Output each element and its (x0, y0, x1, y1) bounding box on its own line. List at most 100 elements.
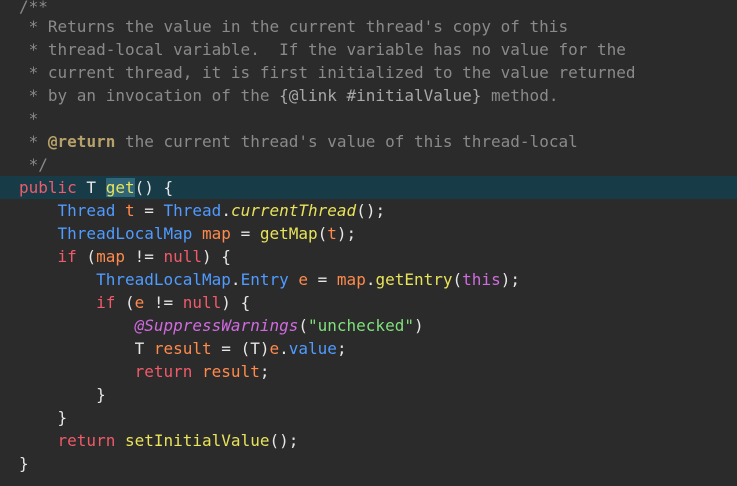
code-token: != (124, 247, 164, 266)
code-token: t (327, 224, 337, 243)
code-line[interactable]: * (0, 107, 737, 130)
code-token: ( (452, 270, 463, 289)
code-line[interactable]: } (0, 383, 737, 406)
code-token: ); (336, 224, 357, 243)
code-token: ThreadLocalMap (96, 270, 231, 289)
code-token: result (153, 339, 212, 358)
code-line[interactable]: if (e != null) { (0, 291, 737, 314)
code-token: Entry (240, 270, 289, 289)
code-token: T (134, 339, 145, 358)
code-line[interactable]: return result; (0, 360, 737, 383)
code-token: . (279, 339, 289, 358)
code-token: ( (298, 316, 308, 335)
code-token: value (288, 339, 337, 358)
code-token: ) (413, 316, 424, 335)
code-line[interactable]: * Returns the value in the current threa… (0, 15, 737, 38)
code-token: ) { (202, 247, 231, 266)
code-token: map (336, 270, 366, 289)
code-token: Thread (163, 201, 222, 220)
code-token: (); (356, 201, 386, 220)
code-line[interactable]: } (0, 452, 737, 475)
code-line[interactable]: Thread t = Thread.currentThread(); (0, 199, 737, 222)
code-token: e (298, 270, 309, 289)
code-token: "unchecked" (308, 316, 414, 335)
code-token: ; (259, 362, 270, 381)
code-token: public (19, 178, 77, 197)
code-token: ) { (221, 293, 251, 312)
code-token: t (124, 201, 135, 220)
code-token: this (462, 270, 501, 289)
code-token: null (163, 247, 203, 266)
code-editor[interactable]: /** * Returns the value in the current t… (0, 0, 737, 486)
code-token: */ (19, 155, 48, 174)
code-token: null (182, 293, 222, 312)
code-line[interactable]: if (map != null) { (0, 245, 737, 268)
code-token: * (19, 132, 48, 151)
code-token: @SuppressWarnings (134, 316, 299, 335)
code-token: * Returns the value in the current threa… (19, 17, 569, 36)
code-token: = (308, 270, 337, 289)
code-token: () { (134, 178, 174, 197)
code-token: setInitialValue (124, 431, 270, 450)
code-line[interactable]: */ (0, 153, 737, 176)
code-token: * current thread, it is first initialize… (19, 63, 636, 82)
code-token: ( (115, 293, 135, 312)
code-token: = ( (211, 339, 251, 358)
code-line[interactable]: return setInitialValue(); (0, 429, 737, 452)
code-token: = (230, 224, 260, 243)
code-token: ; (336, 339, 347, 358)
code-token: getMap (259, 224, 318, 243)
code-token: ( (317, 224, 328, 243)
code-line[interactable]: ThreadLocalMap.Entry e = map.getEntry(th… (0, 268, 737, 291)
code-token: @return (47, 132, 116, 151)
code-token: {@link #initialValue} (279, 86, 482, 105)
code-token: map (96, 247, 125, 266)
code-token: if (57, 247, 77, 266)
code-token: return (134, 362, 193, 381)
code-line[interactable]: * by an invocation of the {@link #initia… (0, 84, 737, 107)
code-token: e (269, 339, 280, 358)
code-line[interactable]: * thread-local variable. If the variable… (0, 38, 737, 61)
code-line[interactable]: ThreadLocalMap map = getMap(t); (0, 222, 737, 245)
code-token: T (76, 178, 106, 197)
code-token: (); (269, 431, 299, 450)
code-token: != (144, 293, 183, 312)
code-token: ); (500, 270, 520, 289)
code-line[interactable]: } (0, 406, 737, 429)
code-token: return (57, 431, 116, 450)
code-line-current[interactable]: public T get() { (0, 176, 737, 199)
code-token: result (202, 362, 260, 381)
code-token: . (221, 201, 231, 220)
code-token: = (134, 201, 164, 220)
code-token: * (19, 109, 39, 128)
code-token: . (230, 270, 241, 289)
code-token: the current thread's value of this threa… (115, 132, 578, 151)
code-line[interactable]: * @return the current thread's value of … (0, 130, 737, 153)
code-token: ThreadLocalMap (57, 224, 193, 243)
code-token: /** (19, 0, 48, 16)
code-token: T (250, 339, 260, 358)
code-token: currentThread (230, 201, 357, 220)
code-token: Thread (57, 201, 116, 220)
code-token: } (19, 408, 68, 427)
code-line[interactable]: T result = (T)e.value; (0, 337, 737, 360)
code-line[interactable]: * current thread, it is first initialize… (0, 61, 737, 84)
code-token: get (105, 178, 135, 197)
code-token: } (19, 385, 106, 404)
code-line[interactable]: @SuppressWarnings("unchecked") (0, 314, 737, 337)
code-token: * thread-local variable. If the variable… (19, 40, 626, 59)
code-token: } (19, 454, 29, 473)
code-token: e (134, 293, 145, 312)
